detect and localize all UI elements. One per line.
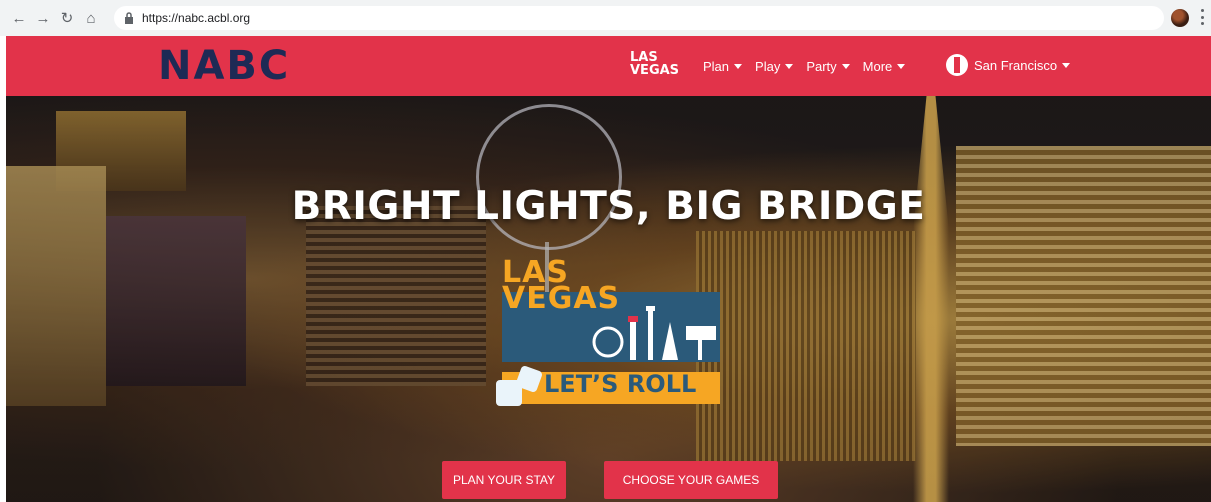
caret-down-icon <box>897 64 906 69</box>
forward-arrow-icon[interactable]: → <box>32 7 54 29</box>
city-icon <box>946 54 968 76</box>
browser-toolbar: ← → ↻ ⌂ https://nabc.acbl.org <box>0 0 1211 36</box>
tagline-text: LET’S ROLL <box>544 370 697 398</box>
home-icon[interactable]: ⌂ <box>80 7 102 29</box>
site-header: NABC LAS VEGAS Plan Play Party More San … <box>6 36 1211 96</box>
more-options-icon[interactable] <box>1201 9 1205 25</box>
reload-icon[interactable]: ↻ <box>56 7 78 29</box>
city-selector[interactable]: San Francisco <box>946 54 1071 76</box>
hero-banner: BRIGHT LIGHTS, BIG BRIDGE LAS VEGAS LET’… <box>6 96 1211 502</box>
dice-icon <box>496 380 522 406</box>
las-vegas-lets-roll-logo: LAS VEGAS LET’S ROLL <box>496 258 720 416</box>
url-text: https://nabc.acbl.org <box>142 11 251 25</box>
nav-plan[interactable]: Plan <box>703 59 743 74</box>
las-vegas-mini-line-2: VEGAS <box>630 63 680 78</box>
address-bar[interactable]: https://nabc.acbl.org <box>114 6 1164 30</box>
main-nav: Plan Play Party More <box>703 59 918 74</box>
caret-down-icon <box>1062 62 1071 68</box>
caret-down-icon <box>734 64 743 69</box>
nav-more-label: More <box>862 59 893 74</box>
profile-avatar[interactable] <box>1171 9 1189 27</box>
city-label: San Francisco <box>974 57 1058 73</box>
nav-plan-label: Plan <box>703 59 730 74</box>
skyline-icon <box>592 306 716 360</box>
back-arrow-icon[interactable]: ← <box>8 7 30 29</box>
nav-party[interactable]: Party <box>806 59 850 74</box>
caret-down-icon <box>785 64 794 69</box>
nav-play-label: Play <box>755 59 781 74</box>
nav-party-label: Party <box>806 59 837 74</box>
las-vegas-mini-logo[interactable]: LAS VEGAS <box>630 51 690 85</box>
nav-play[interactable]: Play <box>755 59 794 74</box>
caret-down-icon <box>841 64 850 69</box>
choose-your-games-button[interactable]: CHOOSE YOUR GAMES <box>604 461 778 499</box>
nabc-logo[interactable]: NABC <box>158 40 290 92</box>
plan-your-stay-button[interactable]: PLAN YOUR STAY <box>442 461 566 499</box>
lock-icon <box>125 12 133 24</box>
hero-title: BRIGHT LIGHTS, BIG BRIDGE <box>291 184 926 229</box>
nav-more[interactable]: More <box>863 59 906 74</box>
